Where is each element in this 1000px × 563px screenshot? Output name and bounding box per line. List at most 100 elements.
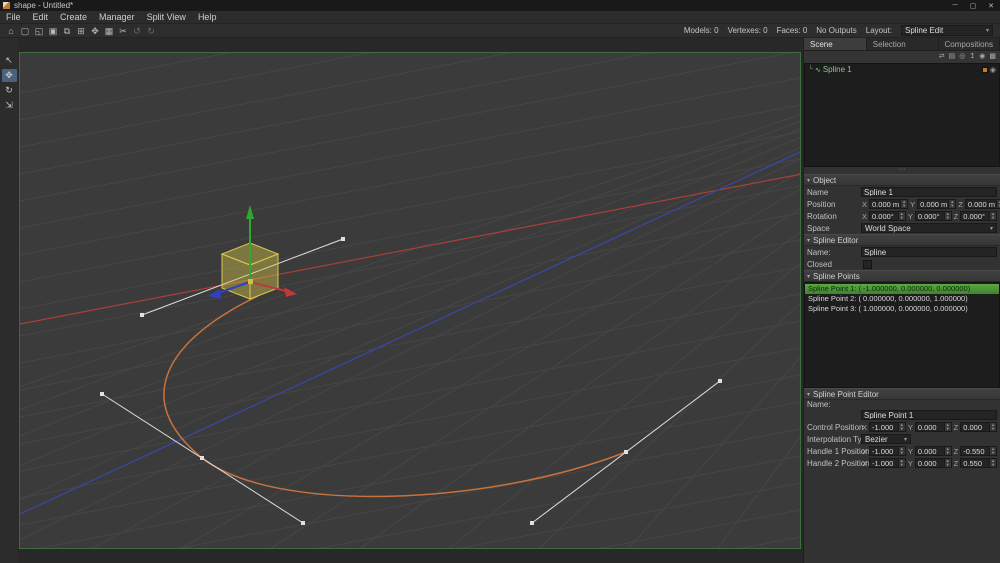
spin-down-icon[interactable]: ▾ [899, 450, 905, 455]
layout-select[interactable]: Spline Edit ▾ [901, 25, 993, 36]
control-y-spinner[interactable]: ▴ ▾ [943, 422, 951, 431]
control-x-spinner[interactable]: ▴ ▾ [897, 422, 905, 431]
gizmo-x-arrowhead[interactable] [284, 287, 297, 297]
position-y-spinner[interactable]: ▴ ▾ [948, 199, 956, 208]
collapse-icon[interactable]: ▾ [807, 237, 810, 244]
spin-down-icon[interactable]: ▾ [899, 426, 905, 431]
spin-down-icon[interactable]: ▾ [945, 450, 951, 455]
list-item-point2[interactable]: Spline Point 2: ( 0.000000, 0.000000, 1.… [805, 294, 999, 304]
tab-scene-objects[interactable]: Scene Objects [804, 38, 867, 62]
visibility-icon[interactable]: ◉ [990, 66, 996, 74]
collapse-icon[interactable]: ▾ [807, 177, 810, 184]
menu-create[interactable]: Create [54, 11, 93, 24]
position-z-spinner[interactable]: ▴ ▾ [995, 199, 1000, 208]
point-name-input[interactable] [861, 410, 997, 420]
section-spline-points[interactable]: ▾ Spline Points [804, 270, 1000, 282]
position-x-spinner[interactable]: ▴ ▾ [900, 199, 908, 208]
handle1-z-field[interactable]: -0.550 ▴ ▾ [960, 446, 998, 456]
rotation-y-field[interactable]: 0.000° ▴ ▾ [914, 211, 952, 221]
spin-down-icon[interactable]: ▾ [990, 462, 996, 467]
spin-down-icon[interactable]: ▾ [899, 215, 905, 220]
handle-point[interactable] [100, 392, 104, 396]
handle2-z-field[interactable]: 0.550 ▴ ▾ [960, 458, 998, 468]
open-folder-icon[interactable]: ◱ [32, 24, 46, 38]
position-z-field[interactable]: 0.000 m ▴ ▾ [964, 199, 1000, 209]
spin-down-icon[interactable]: ▾ [949, 203, 955, 208]
menu-split-view[interactable]: Split View [141, 11, 192, 24]
position-x-field[interactable]: 0.000 m ▴ ▾ [869, 199, 909, 209]
close-button[interactable]: ✕ [982, 0, 1000, 11]
home-icon[interactable]: ⌂ [4, 24, 18, 38]
control-x-field[interactable]: -1.000 ▴ ▾ [869, 422, 906, 432]
cut-icon[interactable]: ✂ [116, 24, 130, 38]
menu-help[interactable]: Help [192, 11, 223, 24]
render-icon[interactable]: ▦ [102, 24, 116, 38]
redo-icon[interactable]: ↻ [144, 24, 158, 38]
control-y-field[interactable]: 0.000 ▴ ▾ [914, 422, 952, 432]
handle1-y-field[interactable]: 0.000 ▴ ▾ [914, 446, 952, 456]
minimize-button[interactable]: ─ [946, 0, 964, 11]
rotation-z-spinner[interactable]: ▴ ▾ [989, 211, 997, 220]
collapse-icon[interactable]: ▾ [807, 391, 810, 398]
handle-point[interactable] [530, 521, 534, 525]
menu-file[interactable]: File [0, 11, 27, 24]
camera-icon[interactable]: ◎ [959, 51, 965, 63]
swap-icon[interactable]: ⇄ [939, 51, 945, 63]
spline-point-marker[interactable] [624, 450, 628, 454]
move-icon[interactable]: ✥ [88, 24, 102, 38]
select-tool-button[interactable]: ↖ [2, 54, 17, 67]
rotation-x-spinner[interactable]: ▴ ▾ [897, 211, 905, 220]
tab-compositions[interactable]: Compositions [939, 38, 1000, 50]
tree-item-spline1[interactable]: └ ∿ Spline 1 ◉ [805, 64, 999, 75]
rotation-y-spinner[interactable]: ▴ ▾ [943, 211, 951, 220]
spin-down-icon[interactable]: ▾ [899, 462, 905, 467]
list-item-point3[interactable]: Spline Point 3: ( 1.000000, 0.000000, 0.… [805, 304, 999, 314]
spin-down-icon[interactable]: ▾ [945, 215, 951, 220]
handle1-x-spinner[interactable]: ▴ ▾ [897, 446, 905, 455]
viewport-canvas[interactable] [20, 53, 801, 549]
selection-marker[interactable] [981, 66, 988, 73]
copy-icon[interactable]: ⧉ [60, 24, 74, 38]
spin-down-icon[interactable]: ▾ [990, 215, 996, 220]
spin-down-icon[interactable]: ▾ [990, 426, 996, 431]
eye-icon[interactable]: ◉ [979, 51, 985, 63]
section-spline-editor[interactable]: ▾ Spline Editor [804, 234, 1000, 246]
handle2-x-field[interactable]: -1.000 ▴ ▾ [869, 458, 906, 468]
spin-down-icon[interactable]: ▾ [901, 203, 907, 208]
gizmo-y-arrowhead[interactable] [246, 205, 254, 219]
handle-point[interactable] [301, 521, 305, 525]
space-select[interactable]: World Space ▾ [861, 223, 997, 233]
splitter-handle[interactable]: ··· [804, 166, 1000, 174]
gizmo-z-arrowhead[interactable] [208, 289, 221, 299]
layout-grid-icon[interactable]: ⊞ [74, 24, 88, 38]
scale-tool-button[interactable]: ⇲ [2, 99, 17, 112]
handle1-y-spinner[interactable]: ▴ ▾ [943, 446, 951, 455]
new-document-icon[interactable]: ▢ [18, 24, 32, 38]
position-y-field[interactable]: 0.000 m ▴ ▾ [917, 199, 957, 209]
handle1-x-field[interactable]: -1.000 ▴ ▾ [869, 446, 906, 456]
spline-name-input[interactable] [861, 247, 997, 257]
list-icon[interactable]: ▤ [949, 51, 956, 63]
handle2-x-spinner[interactable]: ▴ ▾ [897, 458, 905, 467]
closed-checkbox[interactable] [863, 259, 872, 269]
control-z-spinner[interactable]: ▴ ▾ [989, 422, 997, 431]
arrow-up-icon[interactable]: ↥ [969, 51, 975, 63]
section-point-editor[interactable]: ▾ Spline Point Editor [804, 388, 1000, 400]
handle2-y-spinner[interactable]: ▴ ▾ [943, 458, 951, 467]
maximize-button[interactable]: ▢ [964, 0, 982, 11]
section-object[interactable]: ▾ Object [804, 174, 1000, 186]
spline-curve[interactable] [163, 295, 627, 498]
rotate-tool-button[interactable]: ↻ [2, 84, 17, 97]
collapse-icon[interactable]: ▾ [807, 273, 810, 280]
menu-edit[interactable]: Edit [27, 11, 55, 24]
interpolation-select[interactable]: Bezier ▾ [861, 434, 911, 444]
viewport[interactable] [19, 52, 801, 549]
handle2-z-spinner[interactable]: ▴ ▾ [989, 458, 997, 467]
lock-icon[interactable]: ▩ [989, 51, 996, 63]
handle-point[interactable] [718, 379, 722, 383]
handle-point[interactable] [341, 237, 345, 241]
menu-manager[interactable]: Manager [93, 11, 141, 24]
object-name-input[interactable] [861, 187, 997, 197]
handle-point[interactable] [140, 313, 144, 317]
tree-item-label[interactable]: Spline 1 [823, 65, 980, 74]
